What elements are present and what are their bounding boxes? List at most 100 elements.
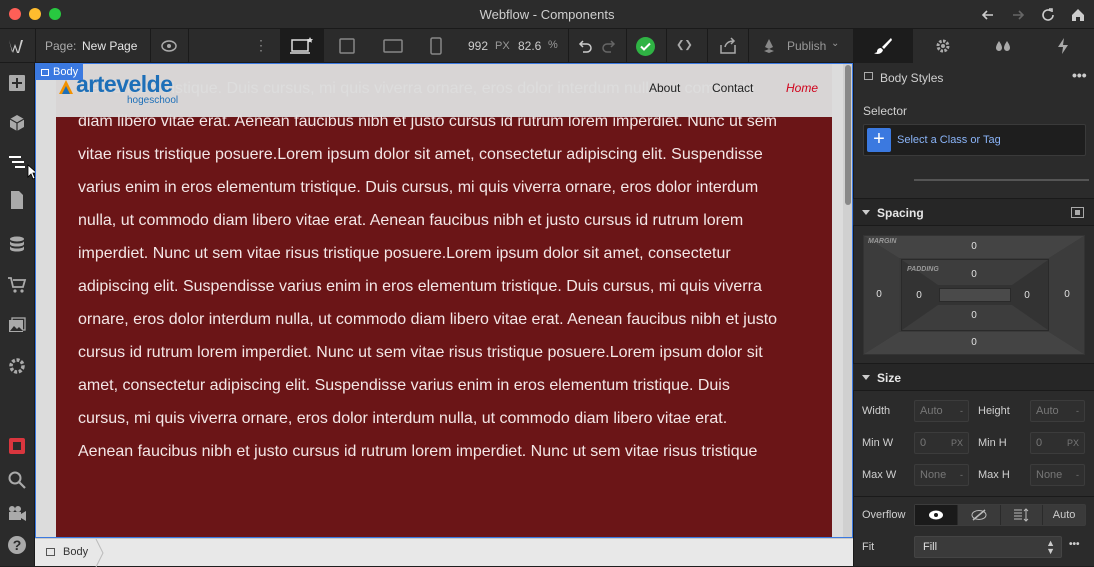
tab-interactions[interactable] — [1033, 29, 1093, 63]
tutorials-camera-icon[interactable] — [7, 503, 27, 523]
styles-more-icon[interactable]: ••• — [1072, 67, 1087, 83]
height-value: Auto — [1036, 405, 1059, 417]
margin-right-value[interactable]: 0 — [1057, 289, 1077, 300]
pages-icon[interactable] — [7, 190, 27, 210]
search-icon[interactable] — [7, 470, 27, 490]
design-canvas[interactable]: Lorem ipsum dolor sit amet, consectetur … — [35, 63, 853, 538]
margin-bottom-value[interactable]: 0 — [964, 337, 984, 348]
reload-icon[interactable] — [1039, 6, 1057, 24]
back-icon[interactable] — [979, 6, 997, 24]
lorem-line: vitae risus tristique posuere.Lorem ipsu… — [78, 146, 763, 163]
min-height-unit[interactable]: PX — [1067, 433, 1079, 453]
canvas-width-unit: PX — [495, 40, 510, 52]
selector-placeholder: Select a Class or Tag — [897, 134, 1001, 146]
spacing-expand-icon[interactable] — [1071, 207, 1084, 218]
webflow-logo-icon[interactable] — [8, 38, 28, 54]
min-width-input[interactable]: 0 PX — [914, 432, 969, 454]
nav-link-about[interactable]: About — [649, 81, 680, 95]
max-width-input[interactable]: None - — [914, 464, 969, 486]
ecommerce-cart-icon[interactable] — [7, 275, 27, 295]
undo-icon[interactable] — [577, 38, 593, 54]
min-height-label: Min H — [978, 437, 1007, 449]
lorem-line: Aenean faucibus nibh et justo cursus id … — [78, 443, 758, 460]
tab-settings[interactable] — [913, 29, 973, 63]
mobile-landscape-icon[interactable] — [383, 39, 403, 53]
max-width-unit-dash: - — [960, 470, 963, 480]
publish-status-check-icon[interactable] — [636, 37, 655, 56]
overflow-visible-button[interactable] — [915, 505, 957, 525]
nav-link-contact[interactable]: Contact — [712, 81, 753, 95]
record-video-icon[interactable] — [7, 436, 27, 456]
code-export-icon[interactable]: ❮❯ — [676, 37, 693, 53]
add-class-plus-icon[interactable]: + — [867, 128, 891, 152]
canvas-scrollbar[interactable] — [843, 63, 853, 538]
tablet-landscape-icon[interactable] — [338, 38, 356, 54]
padding-label: PADDING — [907, 266, 939, 273]
settings-gear-icon[interactable] — [7, 356, 27, 376]
lorem-line: ornare, eros dolor interdum nulla, ut co… — [78, 311, 778, 328]
height-input[interactable]: Auto - — [1030, 400, 1085, 422]
canvas-width-value[interactable]: 992 — [468, 39, 488, 53]
zoom-value[interactable]: 82.6 — [518, 39, 541, 53]
width-input[interactable]: Auto - — [914, 400, 969, 422]
mobile-portrait-icon[interactable] — [430, 37, 442, 55]
overflow-hidden-button[interactable] — [956, 505, 1000, 525]
content-section[interactable]: Lorem ipsum dolor sit amet, consectetur … — [56, 63, 832, 538]
page-body[interactable]: Lorem ipsum dolor sit amet, consectetur … — [56, 63, 832, 538]
body-breadcrumb-icon — [46, 548, 55, 556]
padding-box[interactable]: PADDING 0 0 0 0 — [901, 259, 1049, 331]
desktop-breakpoint-button[interactable] — [280, 29, 324, 63]
share-icon[interactable] — [718, 37, 738, 55]
lorem-line: amet, consectetur adipiscing elit. Suspe… — [78, 377, 730, 394]
fit-select[interactable]: Fill ▲ ▼ — [914, 536, 1062, 558]
nav-link-home[interactable]: Home — [786, 81, 818, 95]
scrollbar-thumb[interactable] — [845, 65, 851, 205]
artevelde-logo-icon — [59, 80, 73, 94]
cms-database-icon[interactable] — [7, 235, 27, 255]
lorem-line: cursus, mi quis viverra ornare, eros dol… — [78, 410, 728, 427]
breadcrumb-item-body[interactable]: Body — [63, 546, 88, 558]
max-height-input[interactable]: None - — [1030, 464, 1085, 486]
overflow-auto-button[interactable]: Auto — [1042, 505, 1085, 525]
lorem-paragraph[interactable]: Lorem ipsum dolor sit amet, consectetur … — [78, 63, 808, 468]
margin-left-value[interactable]: 0 — [869, 289, 889, 300]
padding-left-value[interactable]: 0 — [909, 290, 929, 301]
publish-chevron-down-icon[interactable]: ⌄ — [831, 38, 839, 49]
margin-top-value[interactable]: 0 — [964, 241, 984, 252]
selected-element-tag[interactable]: Body — [36, 64, 84, 80]
panel-tabs — [853, 29, 1094, 63]
size-title: Size — [877, 371, 902, 385]
padding-right-value[interactable]: 0 — [1017, 290, 1037, 301]
spacing-section-header[interactable]: Spacing — [853, 198, 1094, 226]
size-section-header[interactable]: Size — [853, 363, 1094, 391]
preview-eye-icon[interactable] — [160, 38, 178, 54]
tab-style-manager[interactable] — [973, 29, 1033, 63]
padding-top-value[interactable]: 0 — [964, 269, 984, 280]
publish-button[interactable]: Publish — [787, 39, 826, 53]
width-label: Width — [862, 405, 891, 417]
overflow-scroll-button[interactable] — [999, 505, 1043, 525]
desktop-icon — [290, 37, 313, 54]
navigator-icon[interactable] — [7, 152, 27, 172]
min-height-input[interactable]: 0 PX — [1030, 432, 1085, 454]
assets-images-icon[interactable] — [7, 316, 27, 336]
paintbrush-icon — [874, 38, 892, 54]
margin-box[interactable]: MARGIN 0 0 0 0 PADDING 0 0 0 0 — [863, 235, 1085, 355]
forward-icon[interactable] — [1009, 6, 1027, 24]
lorem-line: imperdiet. Nunc ut sem vitae risus trist… — [78, 245, 731, 262]
home-icon[interactable] — [1069, 6, 1087, 24]
symbols-cube-icon[interactable] — [7, 113, 27, 133]
site-header[interactable]: artevelde hogeschool About Contact Home — [35, 63, 832, 117]
tab-style[interactable] — [853, 29, 913, 63]
add-elements-icon[interactable] — [7, 73, 27, 93]
more-options-icon[interactable]: ⋮ — [254, 37, 268, 54]
padding-bottom-value[interactable]: 0 — [964, 310, 984, 321]
body-element-icon — [41, 69, 49, 76]
redo-icon[interactable] — [601, 38, 617, 54]
lorem-line: cursus id rutrum lorem imperdiet. Nunc u… — [78, 344, 763, 361]
fit-more-icon[interactable]: ••• — [1069, 539, 1080, 550]
page-selector[interactable]: New Page — [82, 39, 137, 53]
min-width-unit[interactable]: PX — [951, 433, 963, 453]
help-icon[interactable]: ? — [7, 535, 27, 555]
selector-field[interactable]: + Select a Class or Tag — [863, 124, 1086, 156]
